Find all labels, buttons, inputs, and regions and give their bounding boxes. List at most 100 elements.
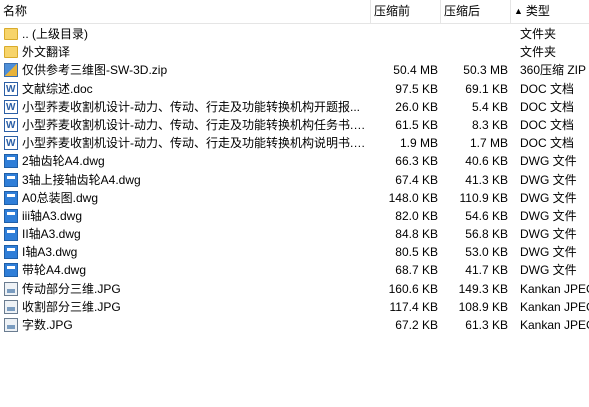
file-type: 360压缩 ZIP [520,63,587,78]
file-size-after: 40.6 KB [465,154,508,169]
file-size-before: 97.5 KB [395,81,438,96]
file-size-before: 66.3 KB [395,154,438,169]
file-type: DOC 文档 [520,81,575,96]
file-size-after: 54.6 KB [465,208,508,223]
file-type: 文件夹 [520,45,557,60]
file-name: 传动部分三维.JPG [22,281,121,296]
column-name[interactable]: 名称 [0,0,370,24]
file-size-before: 61.5 KB [395,117,438,132]
file-size-before: 1.9 MB [399,136,438,151]
dwg-icon [4,172,18,187]
file-type: DWG 文件 [520,245,577,260]
doc-icon [4,117,18,135]
file-size-after: 61.3 KB [465,318,508,332]
file-size-after: 50.3 MB [463,63,508,78]
dwg-icon [4,208,18,223]
file-row[interactable]: 文献综述.doc 97.5 KB 69.1 KB DOC 文档 [0,80,589,99]
file-size-after: 41.7 KB [465,263,508,278]
file-type: DWG 文件 [520,263,577,278]
file-size-after: 1.7 MB [469,136,508,151]
file-name: 字数.JPG [22,318,73,332]
file-row[interactable]: 3轴上接轴齿轮A4.dwg 67.4 KB 41.3 KB DWG 文件 [0,171,589,189]
column-original-label: 压缩后 [444,4,481,18]
file-name: A0总装图.dwg [22,190,99,205]
file-size-before: 50.4 MB [393,63,438,78]
column-type-label: 类型 [525,4,550,18]
column-compressed[interactable]: 压缩前 [370,0,440,24]
file-size-before: 117.4 KB [389,299,438,314]
image-icon [4,299,18,314]
dwg-icon [4,227,18,242]
column-compressed-label: 压缩前 [374,4,411,18]
file-name: 3轴上接轴齿轮A4.dwg [22,172,141,187]
file-size-before: 67.2 KB [395,318,438,332]
file-row[interactable]: iii轴A3.dwg 82.0 KB 54.6 KB DWG 文件 [0,207,589,225]
file-size-after: 108.9 KB [458,299,508,314]
folder-icon [4,28,18,40]
file-name: 小型荞麦收割机设计-动力、传动、行走及功能转换机构说明书.d... [22,136,368,151]
file-size-before: 160.6 KB [388,281,438,296]
file-row[interactable]: 仅供参考三维图-SW-3D.zip 50.4 MB 50.3 MB 360压缩 ZIP [0,61,589,79]
doc-icon [4,99,18,117]
dwg-icon [4,190,18,205]
file-row[interactable]: 带轮A4.dwg 68.7 KB 41.7 KB DWG 文件 [0,261,589,279]
file-list: .. (上级目录) 文件夹 外文翻译 文件夹 仅供参考三维图-SW-3D.zip 50.4… [0,25,589,334]
file-type: DOC 文档 [520,99,575,114]
file-row[interactable]: 外文翻译 文件夹 [0,43,589,61]
column-header: 名称 压缩前 压缩后 ▲ 类型 [0,0,589,24]
image-icon [4,281,18,296]
file-size-before: 67.4 KB [395,172,438,187]
file-size-after: 110.9 KB [459,190,508,205]
file-name: II轴A3.dwg [22,227,81,242]
file-row[interactable]: .. (上级目录) 文件夹 [0,25,589,43]
column-original[interactable]: 压缩后 [440,0,510,24]
dwg-icon [4,263,18,278]
file-row[interactable]: 小型荞麦收割机设计-动力、传动、行走及功能转换机构说明书.d... 1.9 MB 1… [0,134,589,153]
folder-icon [4,46,18,59]
dwg-icon [4,154,18,169]
column-name-label: 名称 [3,4,28,18]
file-row[interactable]: 收割部分三维.JPG 117.4 KB 108.9 KB Kankan JPEG [0,298,589,316]
file-name: 小型荞麦收割机设计-动力、传动、行走及功能转换机构任务书.d... [22,117,368,132]
file-size-after: 5.4 KB [471,99,508,114]
file-type: Kankan JPEG [520,299,589,314]
file-type: Kankan JPEG [520,281,589,296]
file-type: DWG 文件 [520,154,577,169]
file-size-before: 148.0 KB [388,190,438,205]
file-row[interactable]: 字数.JPG 67.2 KB 61.3 KB Kankan JPEG [0,316,589,334]
file-type: DWG 文件 [520,208,577,223]
file-size-after: 69.1 KB [465,81,508,96]
file-row[interactable]: 小型荞麦收割机设计-动力、传动、行走及功能转换机构开题报... 26.0 KB 5.… [0,98,589,117]
file-name: 外文翻译 [22,45,71,60]
file-row[interactable]: II轴A3.dwg 84.8 KB 56.8 KB DWG 文件 [0,225,589,243]
file-size-before: 84.8 KB [395,227,438,242]
file-name: .. (上级目录) [22,27,88,41]
file-size-after: 149.3 KB [458,281,508,296]
doc-icon [4,81,18,99]
file-row[interactable]: 2轴齿轮A4.dwg 66.3 KB 40.6 KB DWG 文件 [0,152,589,170]
file-name: 文献综述.doc [22,81,93,96]
file-size-before: 26.0 KB [395,99,438,114]
file-name: 2轴齿轮A4.dwg [22,154,105,169]
zip-icon [4,63,18,78]
doc-icon [4,135,18,153]
file-name: 小型荞麦收割机设计-动力、传动、行走及功能转换机构开题报... [22,99,361,114]
file-row[interactable]: I轴A3.dwg 80.5 KB 53.0 KB DWG 文件 [0,243,589,261]
sort-ascending-icon: ▲ [514,6,523,16]
file-type: DWG 文件 [520,172,577,187]
file-size-before: 68.7 KB [395,263,438,278]
file-type: DWG 文件 [520,227,577,242]
file-size-after: 41.3 KB [465,172,508,187]
file-name: I轴A3.dwg [22,245,78,260]
file-type: DOC 文档 [520,117,575,132]
file-row[interactable]: 小型荞麦收割机设计-动力、传动、行走及功能转换机构任务书.d... 61.5 KB… [0,116,589,135]
file-name: 带轮A4.dwg [22,263,87,278]
file-size-before: 80.5 KB [395,245,438,260]
file-size-before: 82.0 KB [395,208,438,223]
file-row[interactable]: 传动部分三维.JPG 160.6 KB 149.3 KB Kankan JPEG [0,280,589,298]
file-name: 仅供参考三维图-SW-3D.zip [22,63,168,78]
file-type: 文件夹 [520,27,557,41]
column-type[interactable]: ▲ 类型 [510,0,589,24]
file-name: iii轴A3.dwg [22,208,83,223]
file-row[interactable]: A0总装图.dwg 148.0 KB 110.9 KB DWG 文件 [0,189,589,207]
